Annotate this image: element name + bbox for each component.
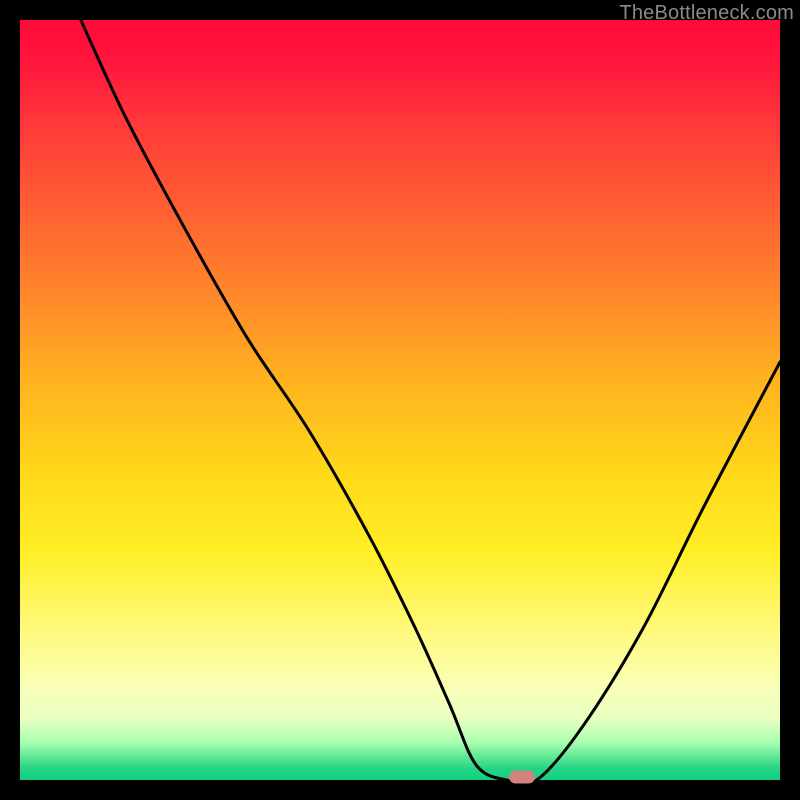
optimal-point-marker [509,771,535,784]
chart-plot-area [20,20,780,780]
bottleneck-curve [81,20,780,780]
chart-frame [20,20,780,780]
